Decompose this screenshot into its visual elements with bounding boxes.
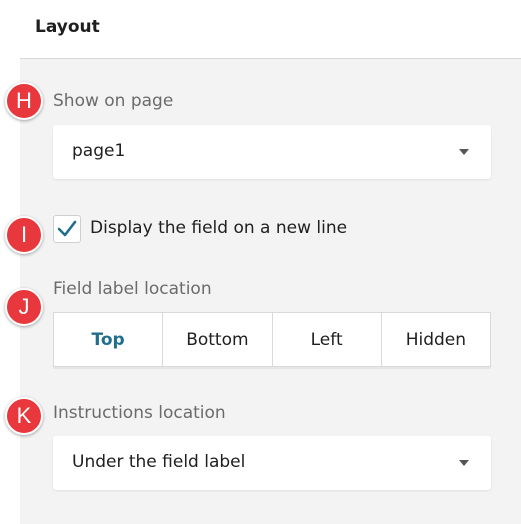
instructions-location-value: Under the field label: [72, 452, 246, 472]
new-line-checkbox-label: Display the field on a new line: [90, 218, 348, 238]
chevron-down-icon: [459, 460, 469, 466]
page: Layout Show on page page1 Display the fi…: [0, 0, 521, 524]
field-label-location-selector: Top Bottom Left Hidden: [53, 312, 491, 367]
marker-badge-k: K: [5, 397, 43, 435]
field-label-location-option-top[interactable]: Top: [54, 313, 164, 366]
marker-badge-j: J: [5, 288, 43, 326]
instructions-location-dropdown[interactable]: Under the field label: [53, 436, 491, 490]
marker-badge-h: H: [5, 82, 43, 120]
field-label-location-option-left[interactable]: Left: [273, 313, 382, 366]
field-label-location-label: Field label location: [53, 279, 212, 299]
show-on-page-value: page1: [72, 141, 126, 161]
chevron-down-icon: [459, 149, 469, 155]
instructions-location-label: Instructions location: [53, 403, 226, 423]
checkmark-icon: [57, 220, 77, 237]
marker-badge-i: I: [5, 216, 43, 254]
panel-title: Layout: [35, 17, 100, 37]
field-label-location-option-bottom[interactable]: Bottom: [163, 313, 273, 366]
show-on-page-dropdown[interactable]: page1: [53, 125, 491, 179]
layout-panel: Layout Show on page page1 Display the fi…: [20, 0, 521, 524]
new-line-checkbox[interactable]: [53, 215, 81, 243]
panel-header: Layout: [20, 0, 521, 59]
field-label-location-option-hidden[interactable]: Hidden: [382, 313, 490, 366]
show-on-page-label: Show on page: [53, 91, 174, 111]
